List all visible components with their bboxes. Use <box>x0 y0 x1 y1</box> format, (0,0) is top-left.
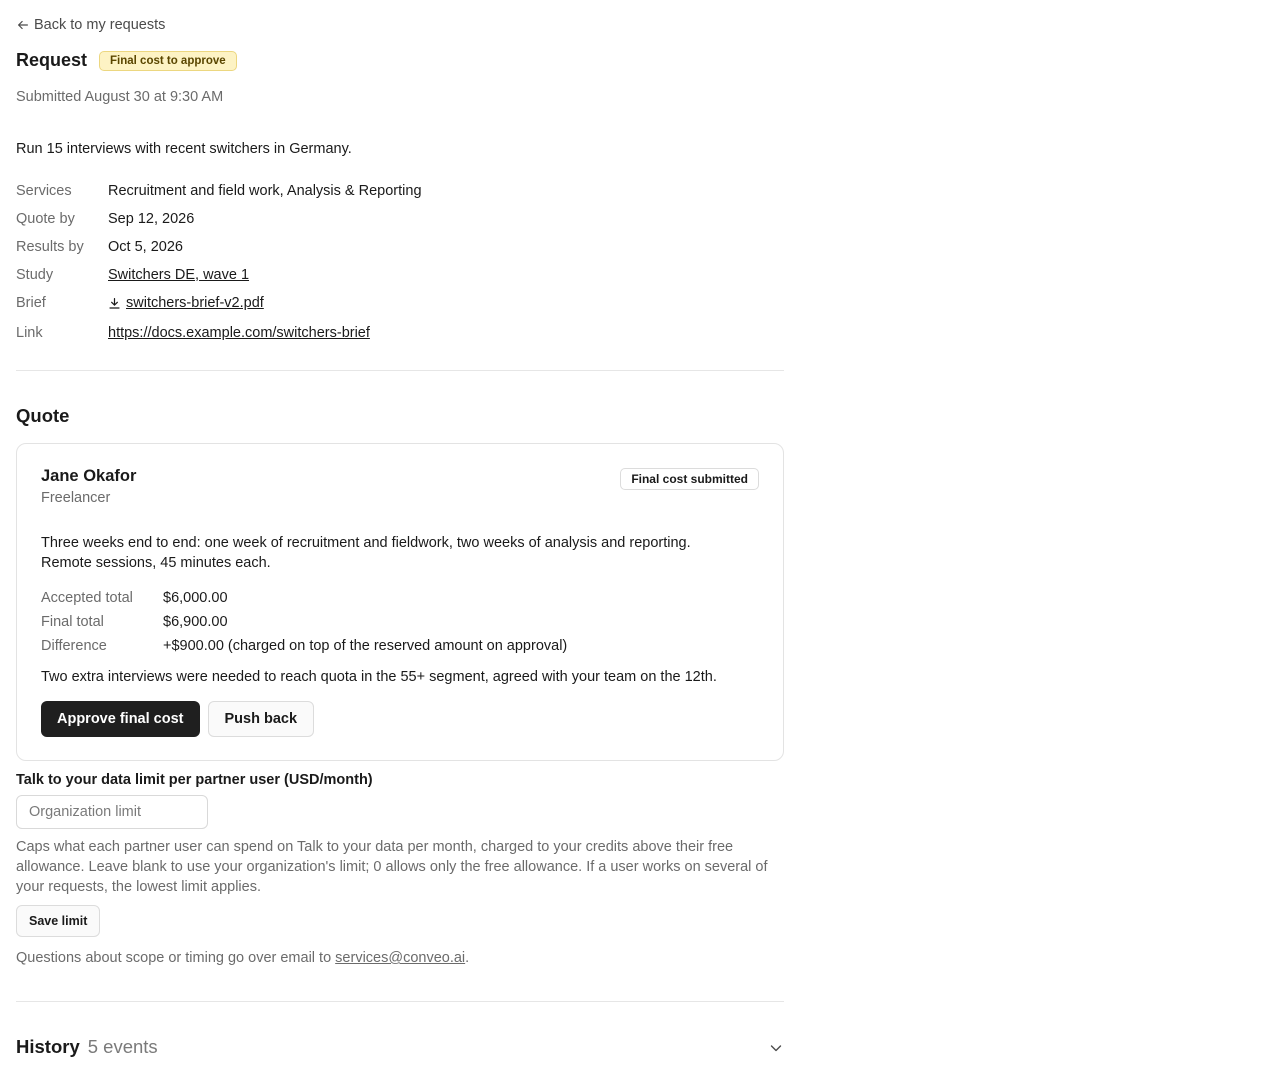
accepted-total-row: Accepted total $6,000.00 <box>41 586 567 610</box>
limit-label: Talk to your data limit per partner user… <box>16 772 373 788</box>
limit-input[interactable] <box>16 795 208 829</box>
contact-text: Questions about scope or timing go over … <box>16 950 469 966</box>
quote-card: Jane Okafor Freelancer Final cost submit… <box>16 443 784 761</box>
chevron-down-icon[interactable] <box>768 1040 784 1056</box>
page-title: Request <box>16 50 88 70</box>
quote-description: Three weeks end to end: one week of recr… <box>41 535 691 571</box>
services-label: Services <box>16 183 72 199</box>
contact-prefix: Questions about scope or timing go over … <box>16 950 336 966</box>
detail-row-services: Services Recruitment and field work, Ana… <box>16 177 422 205</box>
request-description: Run 15 interviews with recent switchers … <box>16 141 352 157</box>
history-heading: History <box>16 1036 80 1057</box>
submitted-date: Submitted August 30 at 9:30 AM <box>16 89 224 105</box>
detail-row-study: Study Switchers DE, wave 1 <box>16 261 422 289</box>
final-total-row: Final total $6,900.00 <box>41 610 567 634</box>
difference-label: Difference <box>41 638 107 654</box>
brief-file-link[interactable]: switchers-brief-v2.pdf <box>126 295 264 311</box>
results-by-label: Results by <box>16 239 84 255</box>
difference-row: Difference +$900.00 (charged on top of t… <box>41 634 567 658</box>
quote-actions: Approve final cost Push back <box>41 701 315 737</box>
back-link[interactable]: Back to my requests <box>16 17 165 33</box>
contact-email-link[interactable]: services@conveo.ai <box>335 950 465 966</box>
push-back-button[interactable]: Push back <box>207 701 315 737</box>
divider <box>16 1001 784 1002</box>
history-header[interactable]: History 5 events <box>16 1036 784 1058</box>
arrow-left-icon <box>18 20 28 30</box>
contact-suffix: . <box>465 950 470 966</box>
external-link[interactable]: https://docs.example.com/switchers-brief <box>108 325 370 341</box>
title-row: Request Final cost to approve <box>16 50 237 71</box>
detail-row-brief: Brief switchers-brief-v2.pdf <box>16 289 422 317</box>
back-link-label[interactable]: Back to my requests <box>34 17 165 33</box>
history-count: 5 events <box>87 1036 158 1057</box>
study-link[interactable]: Switchers DE, wave 1 <box>108 267 249 283</box>
quote-totals: Accepted total $6,000.00 Final total $6,… <box>41 586 567 658</box>
detail-row-results-by: Results by Oct 5, 2026 <box>16 233 422 261</box>
request-details: Services Recruitment and field work, Ana… <box>16 177 422 349</box>
divider <box>16 370 784 371</box>
detail-row-quote-by: Quote by Sep 12, 2026 <box>16 205 422 233</box>
services-value: Recruitment and field work, Analysis & R… <box>108 183 422 199</box>
brief-label: Brief <box>16 295 46 311</box>
partner-name: Jane Okafor <box>41 467 137 485</box>
final-total-value: $6,900.00 <box>163 614 228 630</box>
approve-final-cost-button[interactable]: Approve final cost <box>41 701 200 737</box>
partner-role: Freelancer <box>41 490 111 506</box>
brief-download[interactable]: switchers-brief-v2.pdf <box>108 295 264 311</box>
status-badge: Final cost to approve <box>99 50 237 71</box>
accepted-total-value: $6,000.00 <box>163 590 228 606</box>
results-by-value: Oct 5, 2026 <box>108 239 183 255</box>
quote-by-label: Quote by <box>16 211 75 227</box>
detail-row-link: Link https://docs.example.com/switchers-… <box>16 317 422 349</box>
accepted-total-label: Accepted total <box>41 590 133 606</box>
final-total-label: Final total <box>41 614 104 630</box>
quote-heading: Quote <box>16 405 70 426</box>
quote-status-badge: Final cost submitted <box>620 468 759 490</box>
save-limit-button[interactable]: Save limit <box>16 905 101 937</box>
study-label: Study <box>16 267 54 283</box>
quote-by-value: Sep 12, 2026 <box>108 211 195 227</box>
download-icon <box>109 297 120 309</box>
limit-help-text: Caps what each partner user can spend on… <box>16 839 768 895</box>
link-label: Link <box>16 325 43 341</box>
difference-value: +$900.00 (charged on top of the reserved… <box>163 638 568 654</box>
quote-note: Two extra interviews were needed to reac… <box>41 669 717 685</box>
